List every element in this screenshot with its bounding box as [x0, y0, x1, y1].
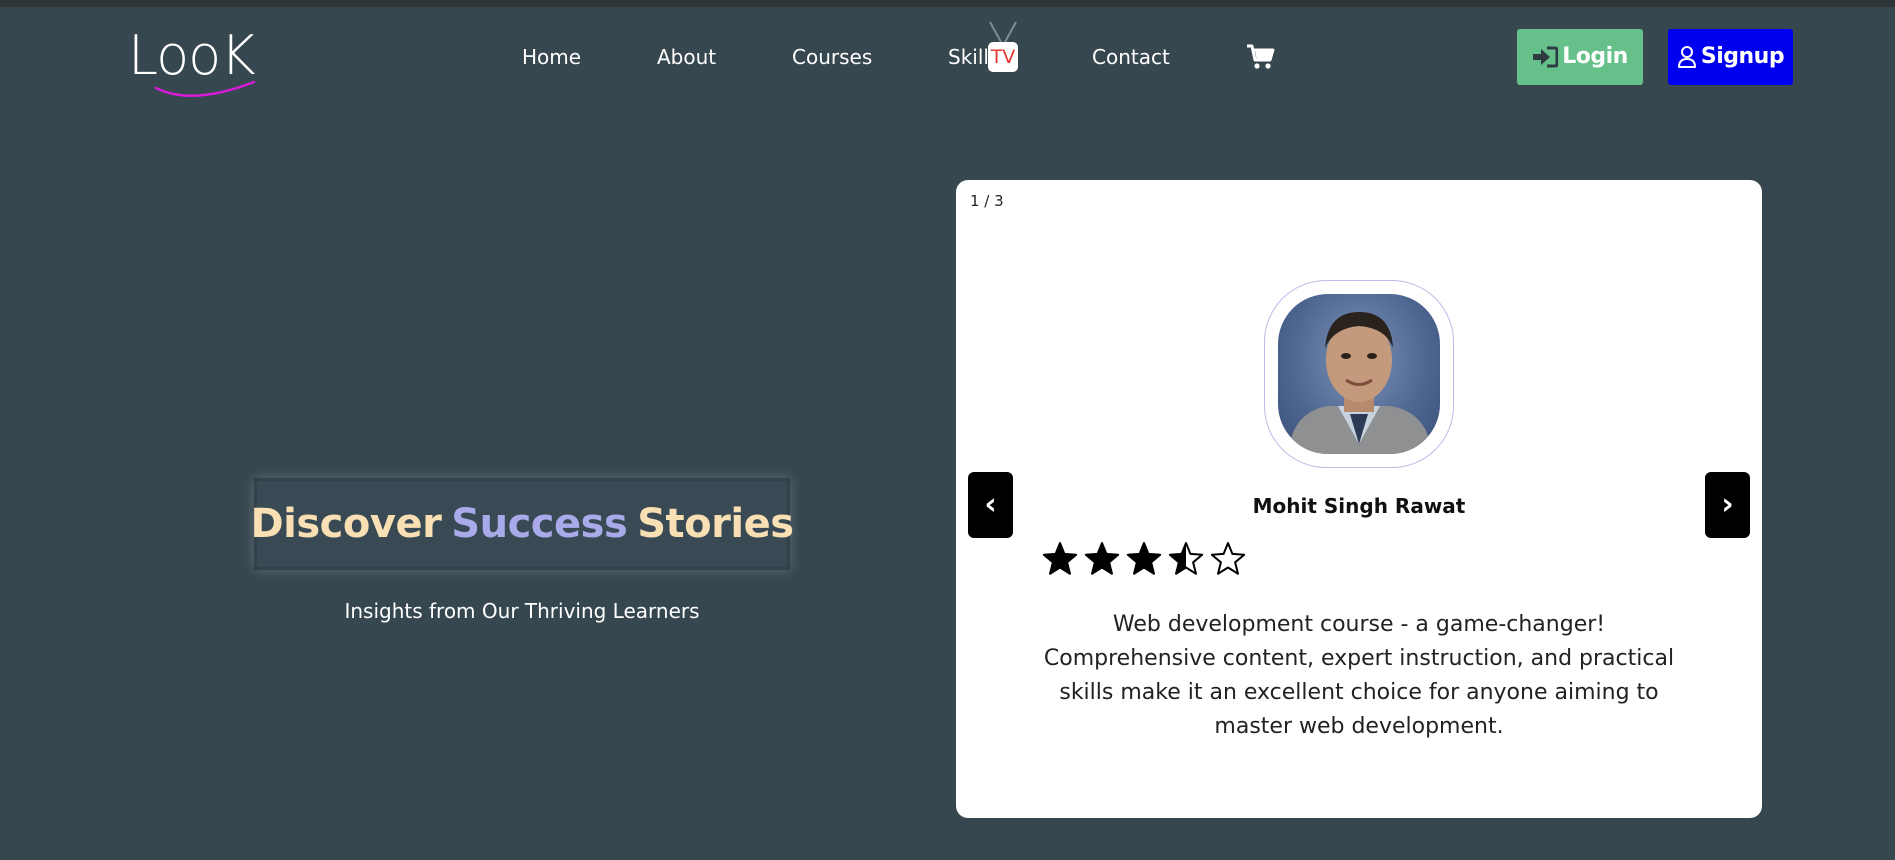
- tv-badge: TV: [988, 42, 1018, 72]
- hero-title: Discover Success Stories: [250, 478, 794, 570]
- login-button[interactable]: Login: [1517, 29, 1643, 85]
- star-icon: [1126, 542, 1162, 575]
- logo-swoosh-icon: [154, 80, 256, 97]
- hero-title-word-3: Stories: [637, 501, 794, 547]
- rating-stars: [1042, 542, 1246, 575]
- nav-courses[interactable]: Courses: [792, 43, 872, 71]
- star-icon: [1084, 542, 1120, 575]
- nav-skill-label: Skill: [948, 45, 989, 69]
- top-strip: [0, 0, 1895, 7]
- signup-button[interactable]: Signup: [1668, 29, 1793, 85]
- avatar: [1278, 294, 1440, 454]
- avatar-frame: [1264, 280, 1454, 468]
- nav-home[interactable]: Home: [522, 43, 581, 71]
- reviewer-name: Mohit Singh Rawat: [1252, 494, 1466, 518]
- hero-subtitle: Insights from Our Thriving Learners: [344, 599, 700, 623]
- star-icon: [1210, 542, 1246, 575]
- hero-title-word-1: Discover: [250, 501, 442, 547]
- signup-label: Signup: [1700, 44, 1785, 69]
- cart-icon[interactable]: [1246, 43, 1276, 71]
- hero-title-word-2: Success: [451, 501, 628, 547]
- user-icon: [1677, 46, 1696, 68]
- next-slide-button[interactable]: ›: [1705, 472, 1750, 538]
- logo-text: LooK: [128, 24, 256, 87]
- slide-counter: 1 / 3: [970, 192, 1004, 210]
- testimonial-card: 1 / 3 Mohit Singh Rawat Web development …: [956, 180, 1762, 818]
- tv-antenna-icon: [989, 21, 1017, 43]
- prev-slide-button[interactable]: ‹: [968, 472, 1013, 538]
- testimonial-quote: Web development course - a game-changer!…: [1043, 612, 1675, 739]
- nav-about[interactable]: About: [657, 43, 716, 71]
- person-photo-icon: [1288, 312, 1432, 454]
- star-icon: [1042, 542, 1078, 575]
- logo[interactable]: LooK: [128, 26, 274, 106]
- nav-contact[interactable]: Contact: [1092, 43, 1170, 71]
- login-label: Login: [1562, 44, 1628, 69]
- sign-in-icon: [1533, 46, 1559, 68]
- star-icon: [1168, 542, 1204, 575]
- nav-skill-tv[interactable]: Skill TV: [948, 20, 1020, 76]
